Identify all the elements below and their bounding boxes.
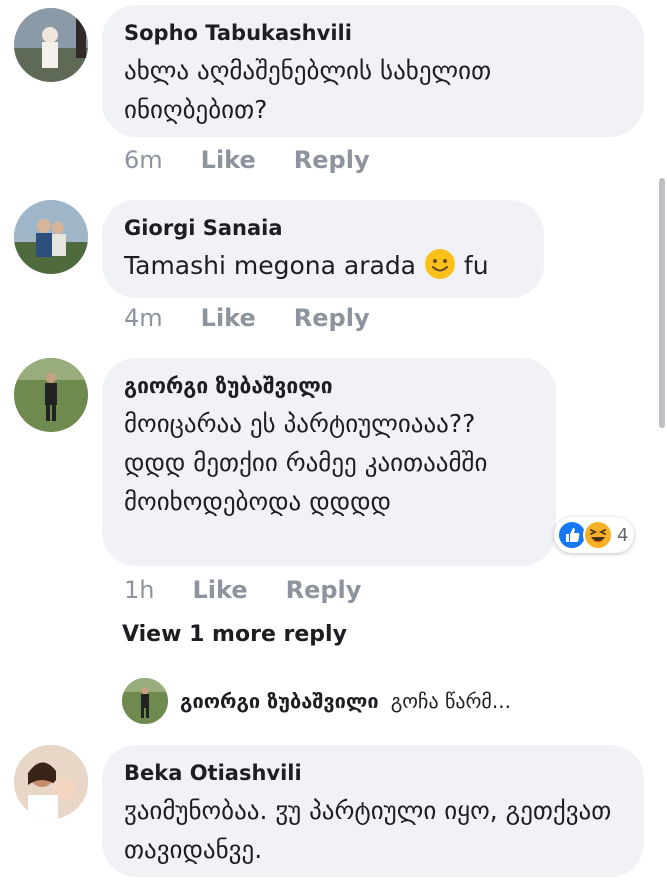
comment-actions: 4m Like Reply (124, 304, 370, 332)
comment-bubble: Beka Otiashvili ჳაიმუნობაა. ჳუ პარტიული … (102, 745, 644, 877)
haha-reaction-icon (583, 520, 613, 550)
comment-bubble: Giorgi Sanaia Tamashi megona arada fu (102, 200, 544, 298)
view-more-replies-link[interactable]: View 1 more reply (122, 622, 347, 647)
avatar[interactable] (122, 678, 168, 724)
reaction-count: 4 (617, 524, 629, 546)
comment-text: ახლა აღმაშენებლის სახელით ინიღბებით? (124, 56, 492, 124)
reply-button[interactable]: Reply (286, 576, 362, 604)
comment-bubble: გიორგი ზუბაშვილი მოიცარაა ეს პარტიულიააა… (102, 358, 556, 566)
comment-author[interactable]: Sopho Tabukashvili (124, 19, 622, 47)
comment-author[interactable]: Giorgi Sanaia (124, 214, 522, 242)
like-button[interactable]: Like (201, 304, 256, 332)
comment-author[interactable]: Beka Otiashvili (124, 759, 622, 787)
comment-text-part: Tamashi megona arada (124, 251, 424, 280)
reply-author[interactable]: გიორგი ზუბაშვილი (180, 689, 379, 713)
reply-button[interactable]: Reply (294, 146, 370, 174)
avatar[interactable] (14, 200, 88, 274)
like-button[interactable]: Like (201, 146, 256, 174)
comment-text: მოიცარაა ეს პარტიულიააა?? დდდ მეთქიი რამ… (124, 409, 488, 516)
comment-text: ჳაიმუნობაა. ჳუ პარტიული იყო, გეთქვათ თავ… (124, 796, 612, 864)
comment-timestamp[interactable]: 4m (124, 304, 163, 332)
comment-bubble: Sopho Tabukashvili ახლა აღმაშენებლის სახ… (102, 5, 644, 137)
avatar[interactable] (14, 358, 88, 432)
comment-actions: 6m Like Reply (124, 146, 370, 174)
reply-text: გოჩა წარმ... (390, 689, 511, 713)
comment-text: Tamashi megona arada fu (124, 246, 522, 285)
comment-timestamp[interactable]: 6m (124, 146, 163, 174)
comment-author[interactable]: გიორგი ზუბაშვილი (124, 372, 534, 400)
comment-timestamp[interactable]: 1h (124, 576, 154, 604)
comment-actions: 1h Like Reply (124, 576, 361, 604)
reactions-summary[interactable]: 4 (554, 517, 635, 553)
like-button[interactable]: Like (192, 576, 247, 604)
comment-text-part: fu (455, 251, 489, 280)
reply-preview[interactable]: გიორგი ზუბაშვილი გოჩა წარმ... (122, 678, 511, 724)
reply-button[interactable]: Reply (294, 304, 370, 332)
scrollbar[interactable] (659, 178, 665, 428)
avatar[interactable] (14, 8, 88, 82)
avatar[interactable] (14, 745, 88, 819)
smiling-face-icon (424, 248, 456, 280)
